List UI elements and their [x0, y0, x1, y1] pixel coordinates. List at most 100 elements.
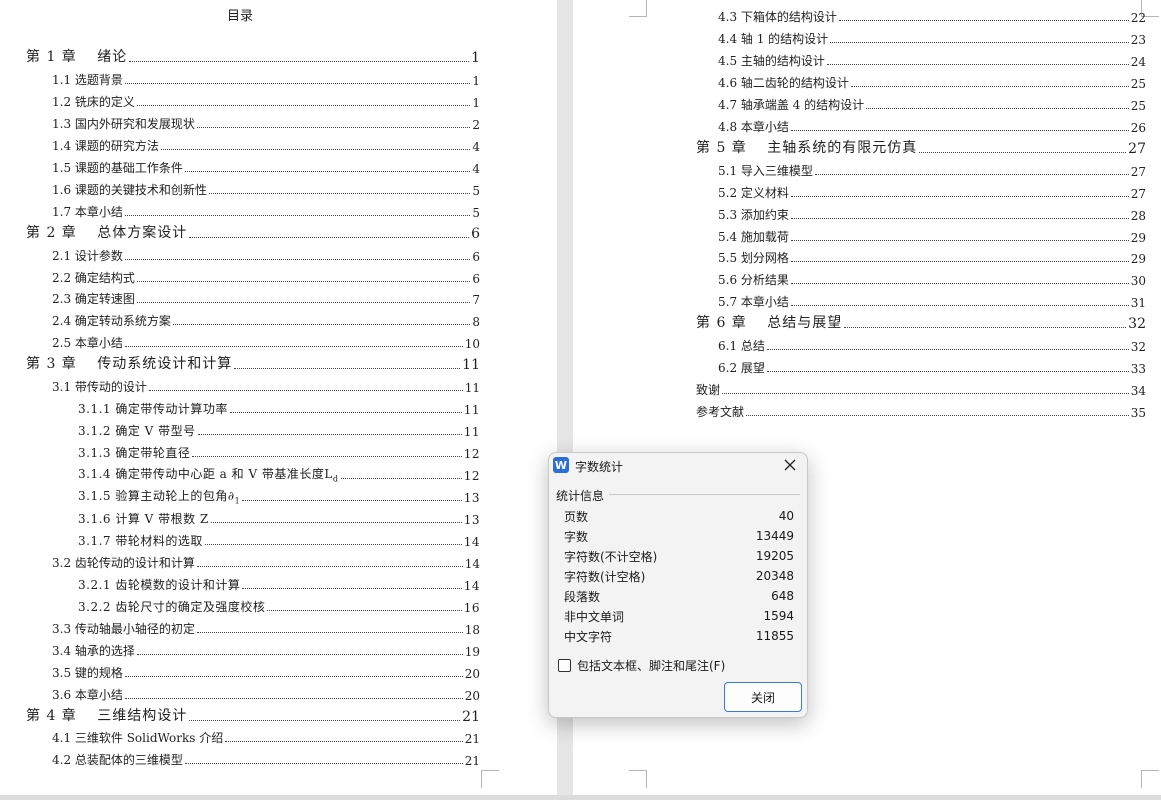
toc-entry[interactable]: 3.2.2 齿轮尺寸的确定及强度校核 16: [78, 595, 480, 615]
toc-entry[interactable]: 2.4 确定转动系统方案 8: [52, 309, 480, 329]
toc-entry[interactable]: 1.7 本章小结 5: [52, 200, 480, 220]
toc-leader-dots: [204, 543, 462, 545]
toc-entry-text: 5.2 定义材料: [718, 185, 789, 200]
stat-label: 中文字符: [564, 629, 613, 644]
toc-entry[interactable]: 参考文献 35: [696, 400, 1146, 420]
toc-leader-dots: [136, 653, 463, 655]
stat-row: 非中文单词 1594: [564, 606, 794, 626]
toc-leader-dots: [189, 719, 461, 721]
toc-entry-label: 1.3 国内外研究和发展现状: [52, 115, 195, 132]
stat-row: 字符数(不计空格) 19205: [564, 546, 794, 566]
toc-leader-dots: [225, 741, 463, 743]
toc-entry[interactable]: 3.6 本章小结 20: [52, 683, 480, 703]
toc-entry[interactable]: 3.2.1 齿轮模数的设计和计算 14: [78, 573, 480, 593]
toc-page-number: 2: [472, 117, 480, 132]
toc-entry[interactable]: 1.6 课题的关键技术和创新性 5: [52, 178, 480, 198]
toc-leader-dots: [850, 85, 1129, 87]
toc-entry[interactable]: 3.1.7 带轮材料的选取 14: [78, 529, 480, 549]
toc-entry[interactable]: 2.5 本章小结 10: [52, 331, 480, 351]
stat-label: 非中文单词: [564, 609, 625, 624]
toc-entry-text: 3.1.3 确定带轮直径: [78, 446, 191, 461]
toc-entry[interactable]: 3.1.4 确定带传动中心距 a 和 V 带基准长度Ld 12: [78, 463, 480, 483]
stat-value: 1594: [763, 609, 794, 623]
toc-entry[interactable]: 1.1 选题背景 1: [52, 68, 480, 88]
toc-entry[interactable]: 4.6 轴二齿轮的结构设计 25: [718, 71, 1146, 91]
close-icon[interactable]: [781, 456, 799, 474]
toc-entry-label: 3.2 齿轮传动的设计和计算: [52, 554, 195, 571]
toc-entry-text: 5.4 施加载荷: [718, 229, 789, 244]
toc-entry[interactable]: 1.2 铣床的定义 1: [52, 90, 480, 110]
toc-entry[interactable]: 2.1 设计参数 6: [52, 244, 480, 264]
toc-entry[interactable]: 2.3 确定转速图 7: [52, 287, 480, 307]
close-button[interactable]: 关闭: [724, 682, 802, 712]
toc-entry[interactable]: 3.3 传动轴最小轴径的初定 18: [52, 617, 480, 637]
toc-entry[interactable]: 3.1.6 计算 V 带根数 Z 13: [78, 507, 480, 527]
toc-entry-label: 1.6 课题的关键技术和创新性: [52, 181, 207, 198]
toc-chapter-entry[interactable]: 第 2 章 总体方案设计 6: [26, 222, 480, 242]
toc-entry[interactable]: 3.2 齿轮传动的设计和计算 14: [52, 551, 480, 571]
toc-entry[interactable]: 3.1.5 验算主动轮上的包角∂1 13: [78, 485, 480, 505]
toc-entry[interactable]: 4.7 轴承端盖 4 的结构设计 25: [718, 93, 1146, 113]
toc-entry[interactable]: 4.4 轴 1 的结构设计 23: [718, 27, 1146, 47]
toc-page-number: 14: [463, 534, 480, 549]
stat-value: 13449: [755, 529, 794, 543]
toc-leader-dots: [136, 104, 471, 106]
include-textbox-footnote-checkbox[interactable]: 包括文本框、脚注和尾注(F): [558, 657, 725, 673]
toc-chapter-entry[interactable]: 第 3 章 传动系统设计和计算 11: [26, 353, 480, 373]
page-corner-mark: [481, 770, 499, 788]
toc-entry[interactable]: 3.1 带传动的设计 11: [52, 375, 480, 395]
checkbox-label[interactable]: 包括文本框、脚注和尾注(F): [577, 657, 725, 674]
toc-entry[interactable]: 1.4 课题的研究方法 4: [52, 134, 480, 154]
toc-entry-text: 参考文献: [696, 405, 745, 420]
toc-chapter-entry[interactable]: 第 5 章 主轴系统的有限元仿真 27: [696, 137, 1146, 157]
toc-entry[interactable]: 5.6 分析结果 30: [718, 268, 1146, 288]
toc-entry[interactable]: 3.1.2 确定 V 带型号 11: [78, 419, 480, 439]
toc-entry[interactable]: 3.1.1 确定带传动计算功率 11: [78, 397, 480, 417]
toc-page-number: 8: [472, 315, 480, 330]
toc-entry-label: 4.3 下箱体的结构设计: [718, 8, 837, 25]
toc-entry[interactable]: 5.4 施加载荷 29: [718, 225, 1146, 245]
horizontal-scrollbar[interactable]: [0, 795, 1161, 800]
toc-entry-label: 3.1.3 确定带轮直径: [78, 444, 190, 461]
toc-entry-text: 5.6 分析结果: [718, 273, 789, 288]
toc-entry[interactable]: 6.1 总结 32: [718, 334, 1146, 354]
toc-entry[interactable]: 3.1.3 确定带轮直径 12: [78, 441, 480, 461]
toc-chapter-entry[interactable]: 第 4 章 三维结构设计 21: [26, 705, 480, 725]
toc-entry-label: 3.6 本章小结: [52, 686, 123, 703]
toc-entry[interactable]: 致谢 34: [696, 378, 1146, 398]
toc-leader-dots: [124, 214, 471, 216]
stat-value: 19205: [755, 549, 794, 563]
toc-entry-label: 4.1 三维软件 SolidWorks 介绍: [52, 729, 223, 746]
toc-entry-subscript: d: [332, 474, 339, 484]
toc-entry[interactable]: 5.5 划分网格 29: [718, 246, 1146, 266]
toc-entry-text: 3.1.2 确定 V 带型号: [78, 424, 196, 439]
toc-chapter-entry[interactable]: 第 1 章 绪论 1: [26, 46, 480, 66]
toc-entry[interactable]: 5.7 本章小结 31: [718, 290, 1146, 310]
toc-entry-text: 2.1 设计参数: [52, 248, 123, 263]
toc-entry[interactable]: 2.2 确定结构式 6: [52, 266, 480, 286]
toc-leader-dots: [766, 371, 1129, 373]
toc-entry-text: 3.1.1 确定带传动计算功率: [78, 402, 228, 417]
toc-entry[interactable]: 4.2 总装配体的三维模型 21: [52, 748, 480, 768]
checkbox-box[interactable]: [558, 658, 571, 672]
wps-app-icon: W: [553, 457, 569, 473]
toc-entry[interactable]: 6.2 展望 33: [718, 356, 1146, 376]
toc-entry[interactable]: 4.1 三维软件 SolidWorks 介绍 21: [52, 726, 480, 746]
toc-entry-label: 3.2.2 齿轮尺寸的确定及强度校核: [78, 598, 265, 615]
toc-entry[interactable]: 3.5 键的规格 20: [52, 661, 480, 681]
toc-entry-text: 2.2 确定结构式: [52, 270, 135, 285]
toc-entry[interactable]: 1.3 国内外研究和发展现状 2: [52, 112, 480, 132]
toc-chapter-entry[interactable]: 第 6 章 总结与展望 32: [696, 312, 1146, 332]
toc-entry[interactable]: 5.3 添加约束 28: [718, 203, 1146, 223]
toc-entry[interactable]: 3.4 轴承的选择 19: [52, 639, 480, 659]
toc-entry[interactable]: 5.1 导入三维模型 27: [718, 159, 1146, 179]
dialog-titlebar[interactable]: W 字数统计: [549, 453, 807, 479]
toc-leader-dots: [919, 151, 1127, 153]
toc-entry[interactable]: 4.8 本章小结 26: [718, 115, 1146, 135]
toc-entry[interactable]: 4.3 下箱体的结构设计 22: [718, 5, 1146, 25]
toc-entry[interactable]: 4.5 主轴的结构设计 24: [718, 49, 1146, 69]
toc-entry[interactable]: 1.5 课题的基础工作条件 4: [52, 156, 480, 176]
toc-leader-dots: [210, 521, 462, 523]
toc-entry-subscript: 1: [234, 496, 241, 505]
toc-entry[interactable]: 5.2 定义材料 27: [718, 181, 1146, 201]
